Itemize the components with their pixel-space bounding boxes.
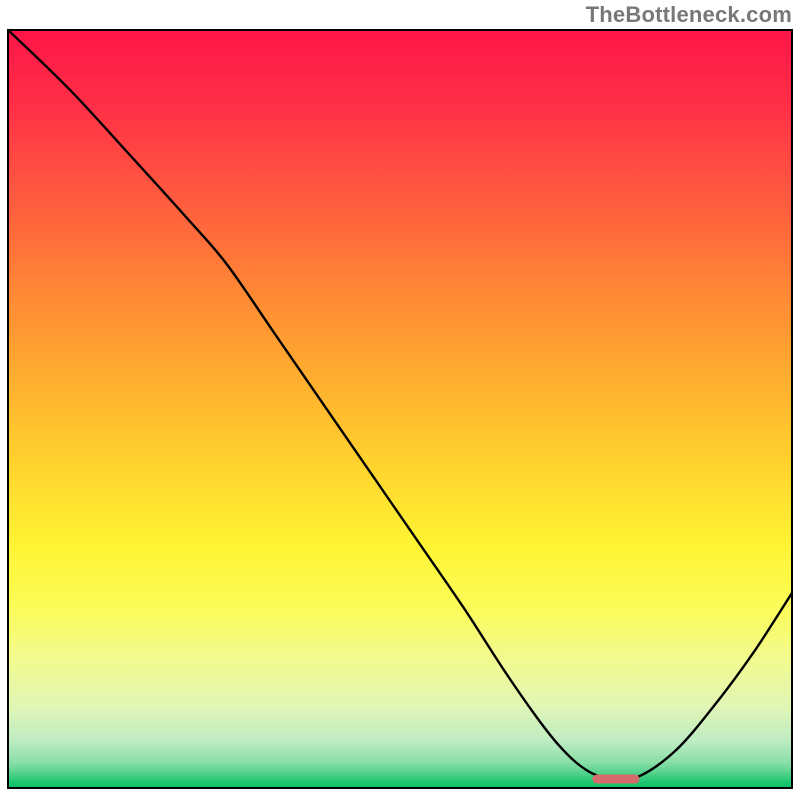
- plot-area: [7, 29, 793, 789]
- chart-container: TheBottleneck.com: [0, 0, 800, 800]
- optimal-range-marker: [593, 775, 640, 784]
- watermark-text: TheBottleneck.com: [586, 2, 792, 28]
- bottleneck-gradient-bg: [7, 29, 793, 789]
